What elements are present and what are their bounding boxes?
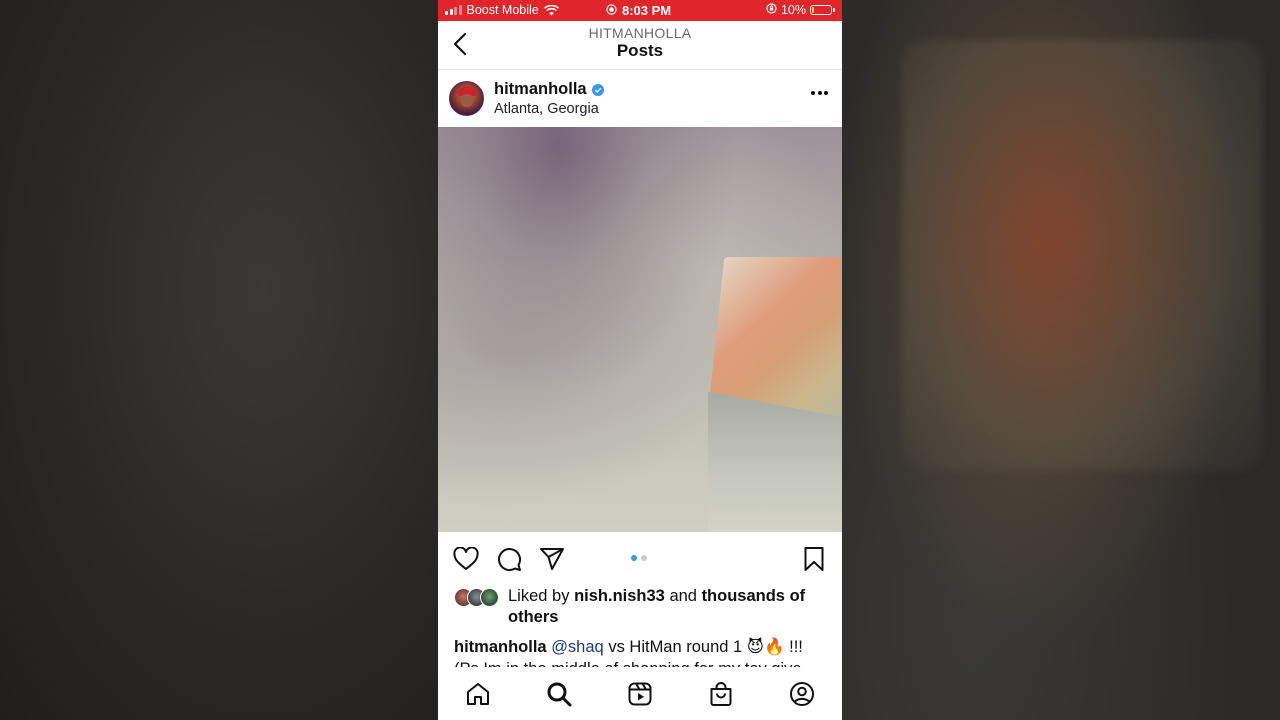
tab-profile[interactable]	[787, 679, 817, 709]
like-button[interactable]	[452, 545, 480, 573]
blurred-background-left	[0, 0, 438, 720]
tab-home[interactable]	[463, 679, 493, 709]
post-media[interactable]	[438, 127, 842, 532]
carrier-name: Boost Mobile	[466, 3, 539, 17]
carousel-indicator	[631, 555, 647, 561]
bottom-tab-bar	[438, 667, 842, 720]
blurred-background-right	[842, 0, 1280, 720]
share-button[interactable]	[538, 545, 566, 573]
post-location[interactable]: Atlanta, Georgia	[494, 101, 599, 117]
send-icon	[540, 548, 564, 570]
likes-summary[interactable]: Liked by nish.nish33 and thousands of ot…	[454, 586, 834, 628]
tab-search[interactable]	[544, 679, 574, 709]
verified-badge-icon	[591, 83, 604, 96]
comment-button[interactable]	[495, 545, 523, 573]
carousel-dot	[641, 555, 647, 561]
post-actions	[438, 532, 842, 586]
tab-shop[interactable]	[706, 679, 736, 709]
heart-icon	[453, 547, 479, 570]
carousel-dot	[631, 555, 637, 561]
account-name: HITMANHOLLA	[588, 25, 692, 41]
signal-icon	[445, 5, 462, 15]
reels-icon	[628, 682, 652, 705]
nav-header: HITMANHOLLA Posts	[438, 21, 842, 70]
more-horizontal-icon[interactable]	[811, 91, 828, 95]
profile-icon	[789, 681, 814, 706]
caption-text: vs HitMan round 1 😈🔥 !!!	[608, 638, 803, 656]
screen-record-icon	[606, 3, 617, 18]
post-header: hitmanholla Atlanta, Georgia	[438, 71, 842, 127]
shop-icon	[710, 681, 732, 706]
avatar[interactable]	[449, 81, 484, 116]
status-bar: Boost Mobile 8:03 PM 10%	[438, 0, 842, 21]
battery-percent: 10%	[780, 3, 806, 17]
tab-reels[interactable]	[625, 679, 655, 709]
clock: 8:03 PM	[622, 3, 672, 18]
liker-avatars	[454, 588, 504, 608]
search-icon	[547, 682, 572, 706]
page-title: Posts	[616, 41, 664, 60]
wifi-icon	[543, 4, 559, 16]
caption-username[interactable]: hitmanholla	[454, 638, 547, 656]
liker-username[interactable]: nish.nish33	[574, 587, 665, 605]
home-icon	[467, 682, 490, 705]
save-button[interactable]	[800, 545, 828, 573]
likes-and: and	[669, 587, 697, 605]
post-username[interactable]: hitmanholla	[494, 80, 587, 99]
likes-prefix: Liked by	[508, 587, 570, 605]
bookmark-icon	[804, 547, 824, 571]
phone-screen: Boost Mobile 8:03 PM 10% HITMANHOLLA Pos…	[438, 0, 842, 720]
battery-icon	[810, 5, 835, 15]
comment-icon	[498, 548, 522, 572]
caption-mention[interactable]: @shaq	[551, 638, 604, 656]
orientation-lock-icon	[766, 3, 777, 17]
